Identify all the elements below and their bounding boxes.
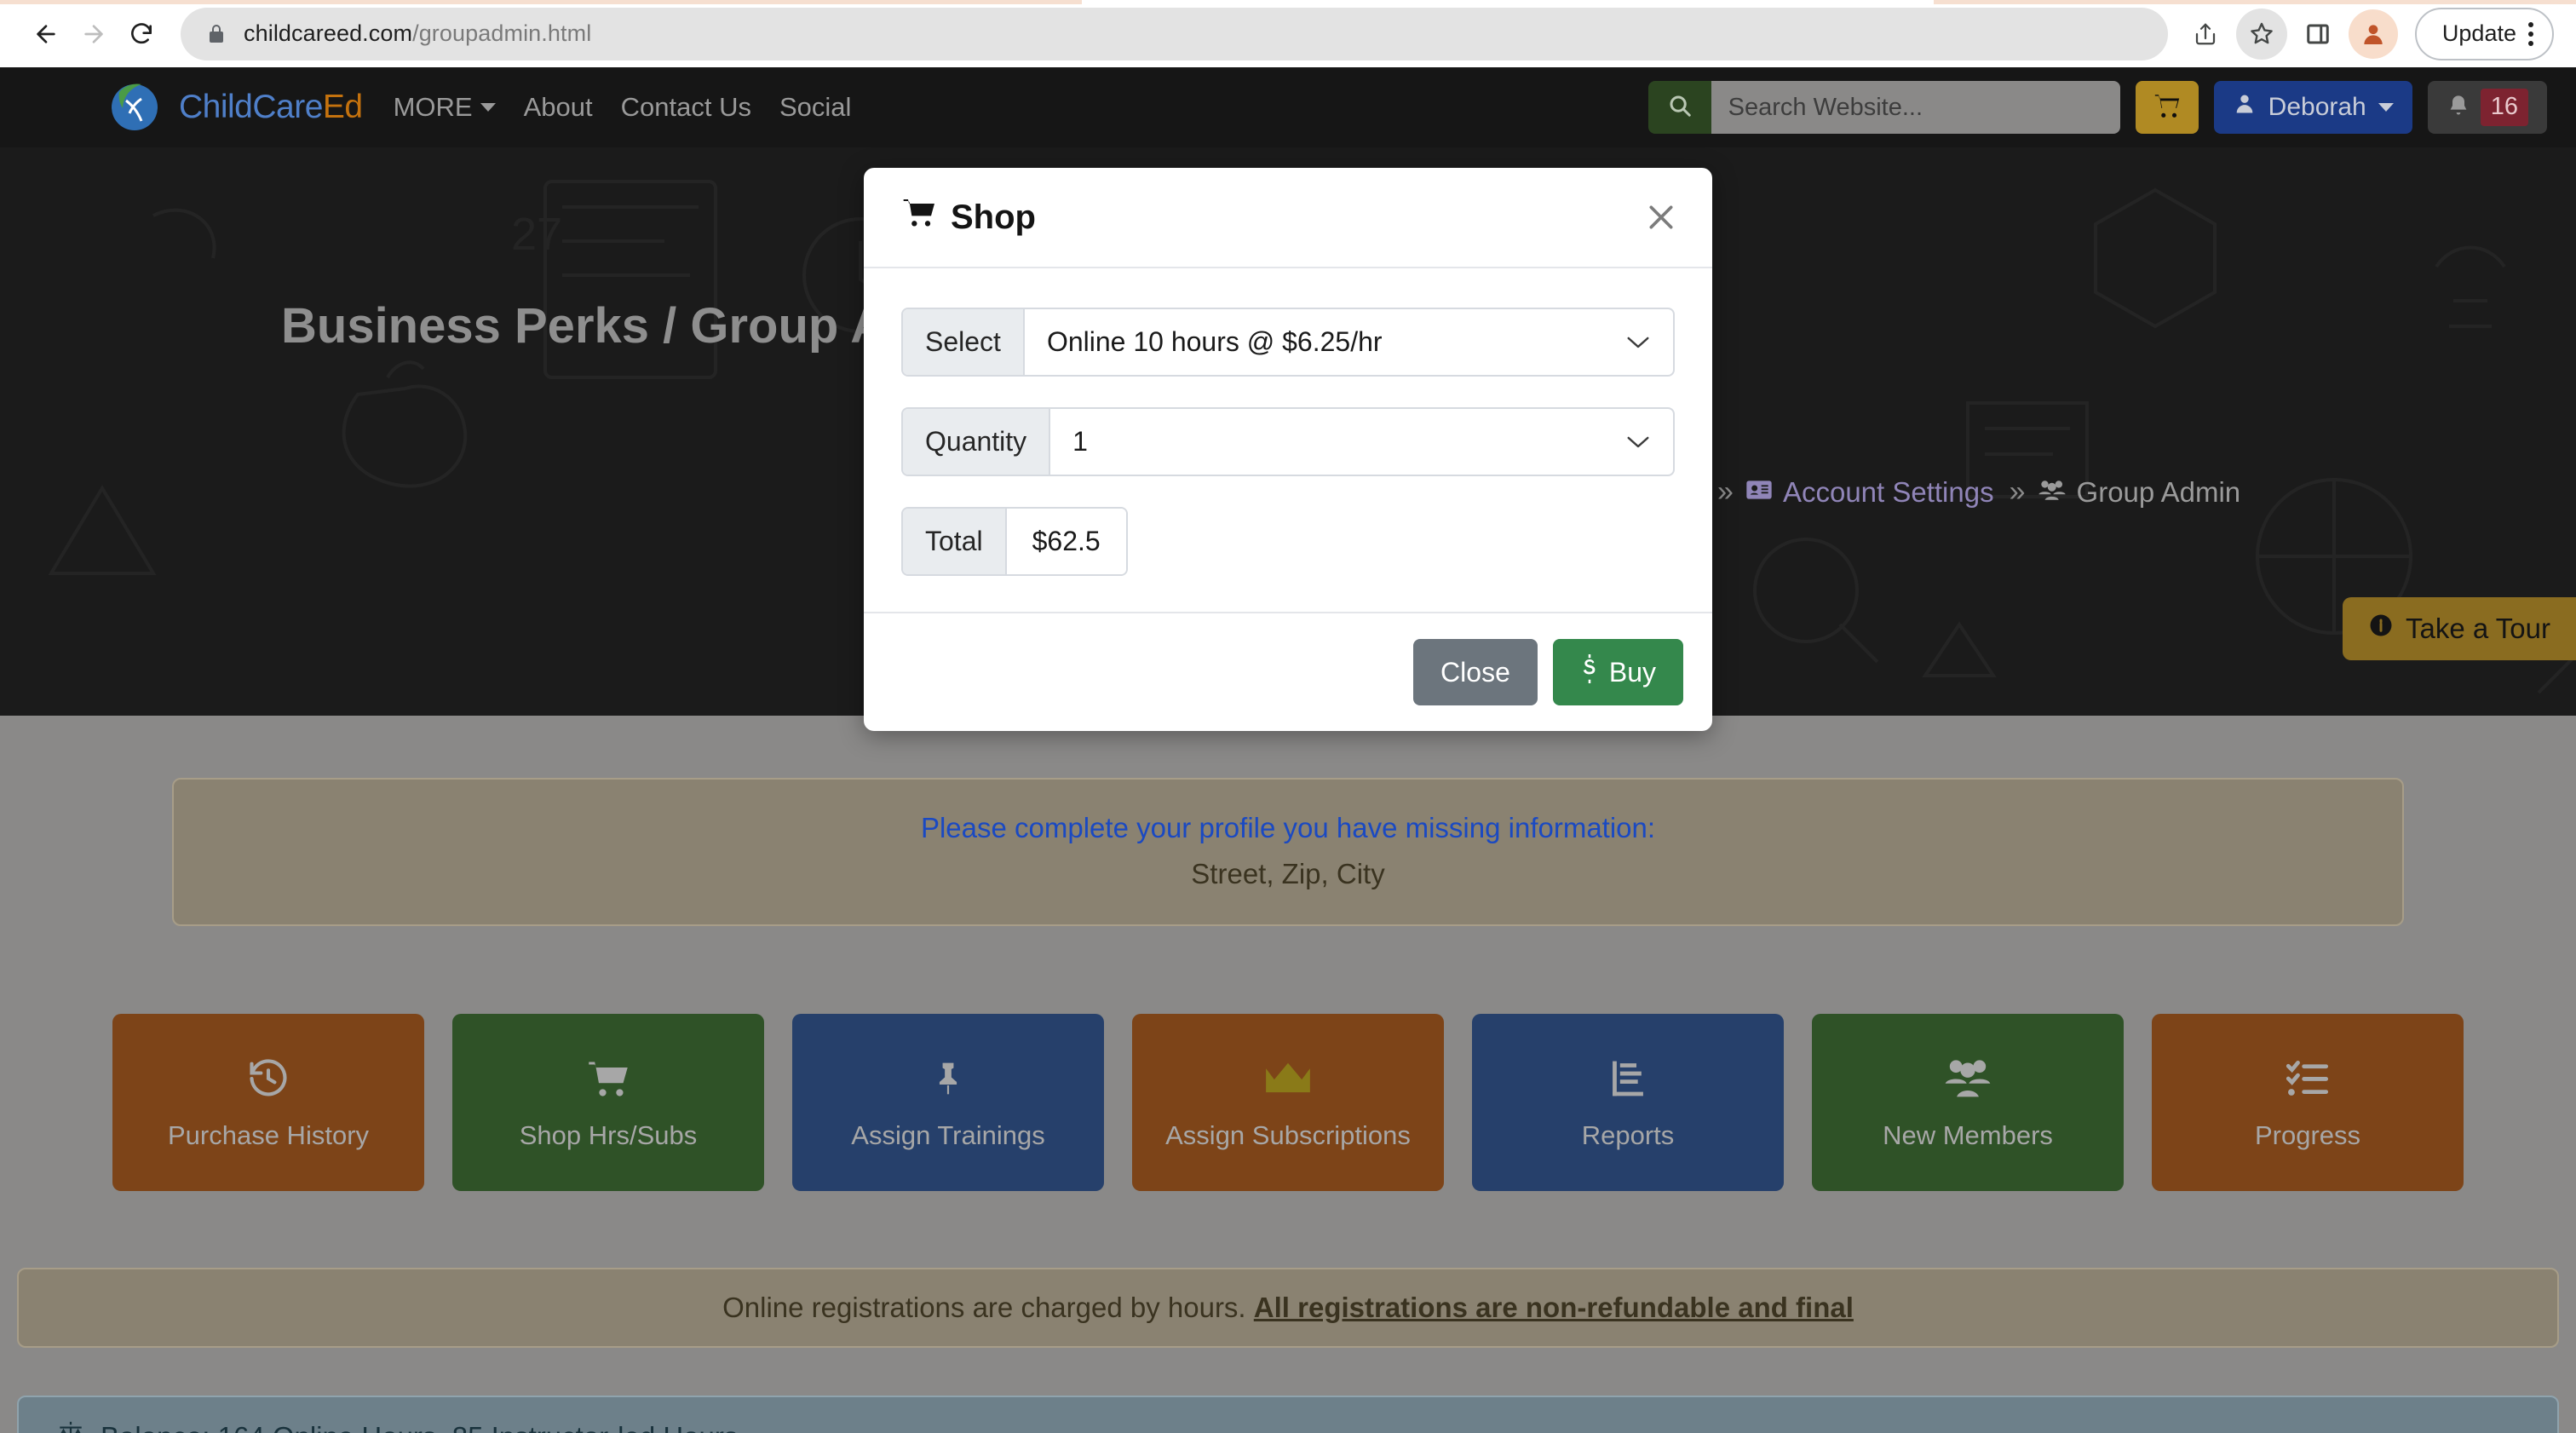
select-field-value[interactable]: Online 10 hours @ $6.25/hr	[1024, 309, 1625, 375]
dollar-icon	[1580, 654, 1599, 690]
close-button-label: Close	[1440, 656, 1510, 688]
back-button[interactable]	[22, 10, 70, 58]
select-field[interactable]: Select Online 10 hours @ $6.25/hr	[901, 308, 1675, 377]
quantity-field[interactable]: Quantity 1	[901, 407, 1675, 476]
update-button[interactable]: Update	[2414, 7, 2554, 60]
browser-chrome: childcareed.com/groupadmin.html Update	[0, 0, 2576, 67]
quantity-field-value[interactable]: 1	[1050, 409, 1625, 475]
kebab-menu-icon[interactable]	[2528, 21, 2533, 46]
modal-title-text: Shop	[951, 198, 1036, 236]
chrome-toolbar: Update	[2180, 7, 2554, 60]
modal-body: Select Online 10 hours @ $6.25/hr Quanti…	[864, 268, 1712, 612]
chevron-down-icon[interactable]	[1625, 309, 1673, 375]
modal-title: Shop	[901, 196, 1036, 239]
modal-header: Shop	[864, 168, 1712, 268]
shopping-cart-icon	[901, 196, 937, 239]
share-icon[interactable]	[2180, 9, 2231, 60]
total-field-value: $62.5	[1006, 509, 1126, 574]
reload-button[interactable]	[118, 10, 165, 58]
total-field-label: Total	[903, 509, 1007, 574]
buy-button-label: Buy	[1608, 656, 1656, 688]
forward-button[interactable]	[70, 10, 118, 58]
shop-modal: Shop Select Online 10 hours @ $6.25/hr Q…	[864, 168, 1712, 731]
chevron-down-icon[interactable]	[1625, 409, 1673, 475]
profile-avatar-icon[interactable]	[2348, 9, 2398, 59]
star-icon[interactable]	[2235, 8, 2287, 60]
page-viewport: ChildCareEd MORE About Contact Us Social	[0, 67, 2576, 1433]
address-bar[interactable]: childcareed.com/groupadmin.html	[181, 7, 2168, 60]
url-text: childcareed.com/groupadmin.html	[244, 20, 592, 46]
close-x-icon[interactable]	[1639, 195, 1683, 239]
quantity-field-label: Quantity	[903, 409, 1051, 475]
lock-icon	[206, 23, 227, 45]
update-label: Update	[2441, 20, 2516, 46]
tab-strip-edge	[0, 0, 2576, 4]
close-button[interactable]: Close	[1413, 639, 1538, 705]
modal-footer: Close Buy	[864, 612, 1712, 731]
side-panel-icon[interactable]	[2292, 9, 2343, 60]
buy-button[interactable]: Buy	[1552, 639, 1683, 705]
total-field: Total $62.5	[901, 507, 1128, 576]
select-field-label: Select	[903, 309, 1025, 375]
